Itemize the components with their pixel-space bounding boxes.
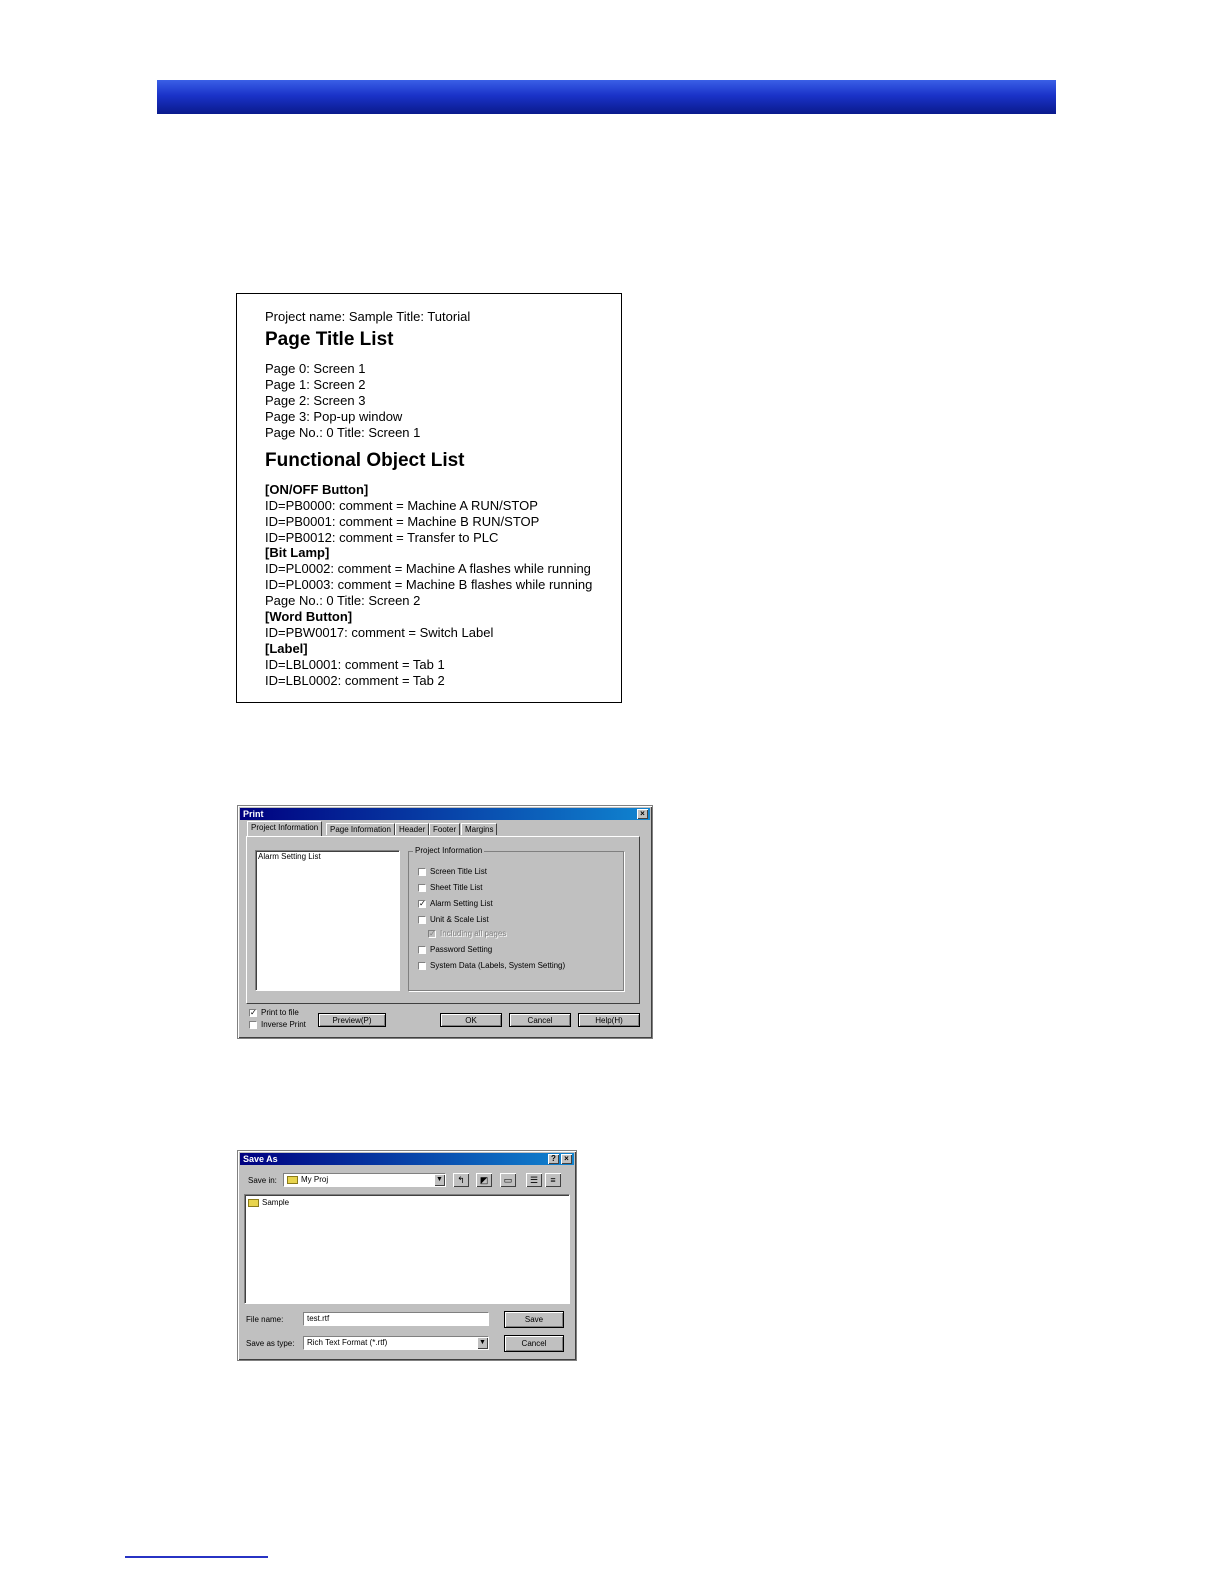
object-line: ID=LBL0002: comment = Tab 2 xyxy=(265,673,445,688)
folder-icon xyxy=(287,1175,298,1184)
option-label: Unit & Scale List xyxy=(430,915,489,924)
page-line: Page No.: 0 Title: Screen 2 xyxy=(265,593,421,608)
save-as-type-value: Rich Text Format (*.rtf) xyxy=(307,1338,388,1347)
password-setting-checkbox[interactable] xyxy=(418,946,426,954)
tab-page-information[interactable]: Page Information xyxy=(326,823,395,835)
page-line: Page No.: 0 Title: Screen 1 xyxy=(265,425,421,440)
page-line: Page 1: Screen 2 xyxy=(265,377,366,392)
page-title-heading: Page Title List xyxy=(265,329,394,350)
alarm-setting-list-checkbox[interactable]: ✓ xyxy=(418,900,426,908)
print-output-sample: Project name: Sample Title: Tutorial Pag… xyxy=(236,293,622,703)
save-in-label: Save in: xyxy=(248,1176,277,1185)
folder-item-label: Sample xyxy=(262,1198,290,1207)
details-view-icon[interactable]: ≡ xyxy=(545,1173,561,1187)
sheet-title-list-checkbox[interactable] xyxy=(418,884,426,892)
including-all-pages-checkbox[interactable]: ✓ xyxy=(428,930,436,938)
option-label: Including all pages xyxy=(440,929,507,938)
save-button[interactable]: Save xyxy=(504,1311,564,1328)
file-name-label: File name: xyxy=(246,1315,284,1324)
selected-items-list[interactable]: Alarm Setting List xyxy=(255,850,400,991)
print-dialog-titlebar: Print × xyxy=(240,808,650,820)
object-line: ID=PB0000: comment = Machine A RUN/STOP xyxy=(265,498,538,513)
option-label: Password Setting xyxy=(430,945,493,954)
tab-margins[interactable]: Margins xyxy=(461,823,498,835)
object-line: ID=PL0002: comment = Machine A flashes w… xyxy=(265,561,591,576)
inverse-print-label: Inverse Print xyxy=(261,1020,306,1029)
save-dialog-title: Save As xyxy=(243,1154,278,1164)
chevron-down-icon[interactable]: ▼ xyxy=(434,1174,445,1186)
option-label: Screen Title List xyxy=(430,867,487,876)
close-icon[interactable]: × xyxy=(637,809,648,819)
page-line: Page 0: Screen 1 xyxy=(265,361,366,376)
bitlamp-heading: [Bit Lamp] xyxy=(265,545,330,560)
list-item[interactable]: Sample xyxy=(248,1198,289,1207)
project-line: Project name: Sample Title: Tutorial xyxy=(265,309,471,324)
desktop-icon[interactable]: ◩ xyxy=(476,1173,492,1187)
page-line: Page 2: Screen 3 xyxy=(265,393,366,408)
object-line: ID=LBL0001: comment = Tab 1 xyxy=(265,657,445,672)
print-to-file-checkbox[interactable]: ✓ xyxy=(249,1009,257,1017)
file-list[interactable]: Sample xyxy=(244,1194,570,1304)
option-label: Alarm Setting List xyxy=(430,899,493,908)
page-line: Page 3: Pop-up window xyxy=(265,409,403,424)
label-heading: [Label] xyxy=(265,641,308,656)
save-as-type-select[interactable]: Rich Text Format (*.rtf) ▼ xyxy=(303,1336,489,1350)
save-as-dialog: Save As ? × Save in: My Proj ▼ ↰ ◩ ▭ ☰ ≡… xyxy=(237,1150,577,1361)
close-icon[interactable]: × xyxy=(561,1154,572,1164)
file-name-input[interactable]: test.rtf xyxy=(303,1312,489,1326)
object-line: ID=PBW0017: comment = Switch Label xyxy=(265,625,494,640)
list-item[interactable]: Alarm Setting List xyxy=(258,852,321,861)
object-line: ID=PL0003: comment = Machine B flashes w… xyxy=(265,577,593,592)
ok-button[interactable]: OK xyxy=(440,1013,502,1027)
preview-button[interactable]: Preview(P) xyxy=(318,1013,386,1027)
cancel-button[interactable]: Cancel xyxy=(509,1013,571,1027)
new-folder-icon[interactable]: ▭ xyxy=(500,1173,516,1187)
word-button-heading: [Word Button] xyxy=(265,609,353,624)
save-in-combo[interactable]: My Proj ▼ xyxy=(283,1173,446,1187)
group-title: Project Information xyxy=(413,846,485,855)
save-dialog-titlebar: Save As ? × xyxy=(240,1153,574,1165)
help-icon[interactable]: ? xyxy=(548,1154,559,1164)
save-in-value: My Proj xyxy=(301,1175,329,1184)
list-view-icon[interactable]: ☰ xyxy=(526,1173,542,1187)
object-line: ID=PB0012: comment = Transfer to PLC xyxy=(265,530,499,545)
cancel-button[interactable]: Cancel xyxy=(504,1335,564,1352)
print-dialog-title: Print xyxy=(243,809,264,819)
up-one-level-icon[interactable]: ↰ xyxy=(453,1173,469,1187)
system-data-checkbox[interactable] xyxy=(418,962,426,970)
onoff-heading: [ON/OFF Button] xyxy=(265,482,369,497)
functional-object-heading: Functional Object List xyxy=(265,450,465,471)
chevron-down-icon[interactable]: ▼ xyxy=(477,1337,488,1349)
screen-title-list-checkbox[interactable] xyxy=(418,868,426,876)
footer-rule xyxy=(125,1556,268,1558)
unit-scale-list-checkbox[interactable] xyxy=(418,916,426,924)
tab-project-information[interactable]: Project Information xyxy=(247,821,323,836)
print-dialog: Print × Project Information Page Informa… xyxy=(237,805,653,1039)
help-button[interactable]: Help(H) xyxy=(578,1013,640,1027)
tab-footer[interactable]: Footer xyxy=(429,823,461,835)
option-label: Sheet Title List xyxy=(430,883,483,892)
save-as-type-label: Save as type: xyxy=(246,1339,295,1348)
print-to-file-label: Print to file xyxy=(261,1008,299,1017)
inverse-print-checkbox[interactable] xyxy=(249,1021,257,1029)
object-line: ID=PB0001: comment = Machine B RUN/STOP xyxy=(265,514,540,529)
option-label: System Data (Labels, System Setting) xyxy=(430,961,566,970)
folder-icon xyxy=(248,1198,259,1207)
header-banner xyxy=(157,80,1056,114)
tab-header[interactable]: Header xyxy=(395,823,430,835)
